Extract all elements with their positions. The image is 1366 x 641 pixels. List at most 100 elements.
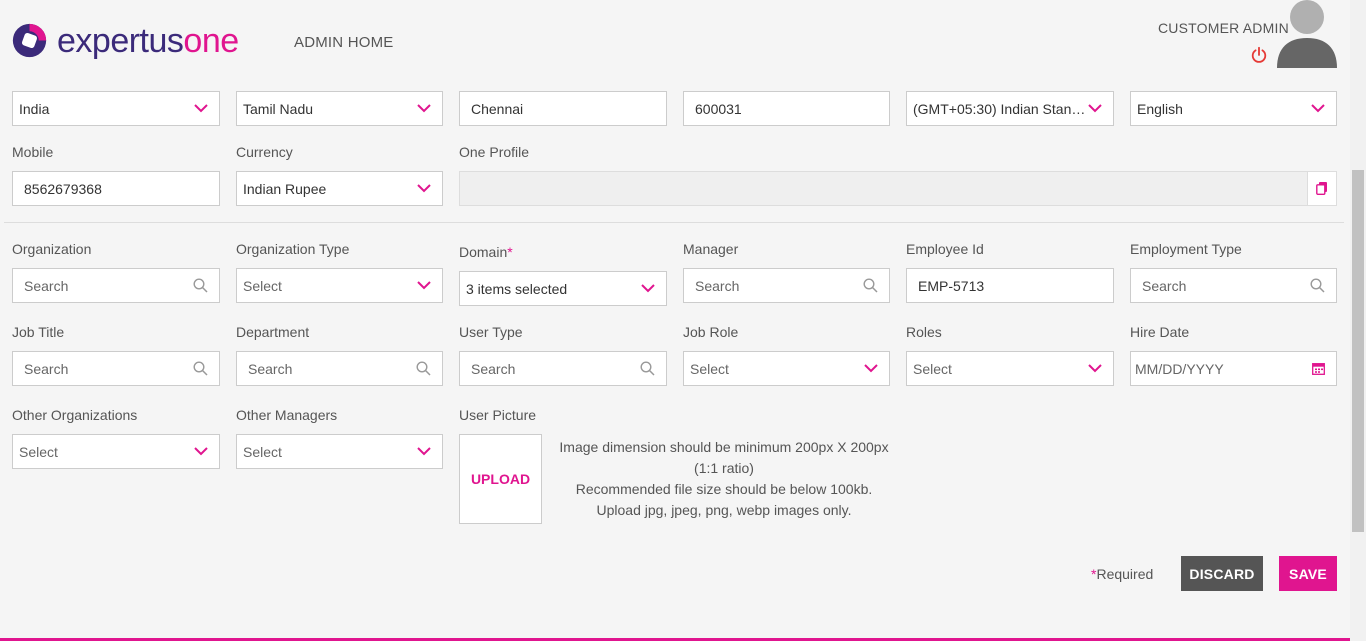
employment-type-search-input[interactable]: Search	[1130, 268, 1337, 303]
manager-label: Manager	[683, 241, 739, 257]
upload-info-size: Recommended file size should be below 10…	[575, 481, 873, 497]
chevron-down-icon	[864, 364, 878, 373]
domain-label-text: Domain	[459, 244, 508, 260]
search-icon	[863, 278, 878, 293]
other-organizations-value: Select	[19, 443, 58, 460]
search-icon	[640, 361, 655, 376]
chevron-down-icon	[1088, 364, 1102, 373]
job-role-select[interactable]: Select	[683, 351, 890, 386]
manager-placeholder: Search	[695, 277, 740, 294]
employee-id-input[interactable]: EMP-5713	[906, 268, 1114, 303]
required-note: *Required	[1091, 566, 1153, 582]
user-type-placeholder: Search	[471, 360, 516, 377]
scrollbar-thumb[interactable]	[1352, 170, 1364, 532]
one-profile-field	[459, 171, 1337, 206]
organization-label: Organization	[12, 241, 92, 257]
brand-name-suffix: one	[183, 21, 239, 60]
language-value: English	[1137, 100, 1183, 117]
city-value: Chennai	[471, 100, 524, 117]
organization-type-label: Organization Type	[236, 241, 350, 257]
currency-label: Currency	[236, 144, 293, 160]
app-header: expertusone ADMIN HOME CUSTOMER ADMIN	[0, 0, 1350, 84]
chevron-down-icon	[194, 447, 208, 456]
user-type-label: User Type	[459, 324, 523, 340]
search-icon	[1310, 278, 1325, 293]
currency-value: Indian Rupee	[243, 180, 327, 197]
job-role-label: Job Role	[683, 324, 739, 340]
upload-info-formats: Upload jpg, jpeg, png, webp images only.	[596, 502, 852, 518]
timezone-select[interactable]: (GMT+05:30) Indian Standa...	[906, 91, 1114, 126]
hire-date-label: Hire Date	[1130, 324, 1190, 340]
job-title-placeholder: Search	[24, 360, 69, 377]
job-title-label: Job Title	[12, 324, 65, 340]
admin-home-link[interactable]: ADMIN HOME	[294, 34, 394, 51]
language-select[interactable]: English	[1130, 91, 1337, 126]
zip-value: 600031	[695, 100, 742, 117]
chevron-down-icon	[417, 447, 431, 456]
organization-type-value: Select	[243, 277, 282, 294]
required-note-text: Required	[1096, 566, 1154, 582]
state-select[interactable]: Tamil Nadu	[236, 91, 443, 126]
mobile-input[interactable]: 8562679368	[12, 171, 220, 206]
state-value: Tamil Nadu	[243, 100, 314, 117]
other-organizations-label: Other Organizations	[12, 407, 138, 423]
chevron-down-icon	[641, 284, 655, 293]
organization-type-select[interactable]: Select	[236, 268, 443, 303]
discard-button[interactable]: DISCARD	[1181, 556, 1263, 591]
department-placeholder: Search	[248, 360, 293, 377]
chevron-down-icon	[417, 281, 431, 290]
mobile-label: Mobile	[12, 144, 54, 160]
currency-select[interactable]: Indian Rupee	[236, 171, 443, 206]
section-divider	[4, 222, 1344, 223]
job-role-value: Select	[690, 360, 729, 377]
user-avatar-icon[interactable]	[1276, 0, 1338, 68]
page-scrollbar[interactable]	[1350, 0, 1366, 641]
domain-multiselect[interactable]: 3 items selected	[459, 271, 667, 306]
other-organizations-select[interactable]: Select	[12, 434, 220, 469]
user-picture-label: User Picture	[459, 407, 537, 423]
country-select[interactable]: India	[12, 91, 220, 126]
power-icon[interactable]	[1250, 46, 1268, 64]
one-profile-label: One Profile	[459, 144, 530, 160]
manager-search-input[interactable]: Search	[683, 268, 890, 303]
save-button[interactable]: SAVE	[1279, 556, 1337, 591]
chevron-down-icon	[417, 184, 431, 193]
department-search-input[interactable]: Search	[236, 351, 443, 386]
required-marker: *	[507, 244, 513, 260]
hire-date-input[interactable]: MM/DD/YYYY	[1130, 351, 1337, 386]
copy-icon[interactable]	[1307, 172, 1336, 205]
roles-label: Roles	[906, 324, 942, 340]
other-managers-value: Select	[243, 443, 282, 460]
domain-label: Domain*	[459, 244, 513, 260]
employee-id-value: EMP-5713	[918, 277, 985, 294]
chevron-down-icon	[194, 104, 208, 113]
user-type-search-input[interactable]: Search	[459, 351, 667, 386]
search-icon	[193, 278, 208, 293]
other-managers-select[interactable]: Select	[236, 434, 443, 469]
zip-input[interactable]: 600031	[683, 91, 890, 126]
logo-mark-icon	[12, 23, 47, 58]
brand-logo[interactable]: expertusone	[11, 22, 239, 59]
job-title-search-input[interactable]: Search	[12, 351, 220, 386]
upload-picture-button[interactable]: UPLOAD	[459, 434, 542, 524]
search-icon	[416, 361, 431, 376]
chevron-down-icon	[1088, 104, 1102, 113]
roles-value: Select	[913, 360, 952, 377]
chevron-down-icon	[1311, 104, 1325, 113]
city-input[interactable]: Chennai	[459, 91, 667, 126]
roles-select[interactable]: Select	[906, 351, 1114, 386]
employment-type-placeholder: Search	[1142, 277, 1187, 294]
chevron-down-icon	[417, 104, 431, 113]
employee-id-label: Employee Id	[906, 241, 984, 257]
country-value: India	[19, 100, 50, 117]
calendar-icon[interactable]	[1312, 362, 1325, 375]
user-role-label: CUSTOMER ADMIN	[1158, 20, 1289, 36]
other-managers-label: Other Managers	[236, 407, 338, 423]
department-label: Department	[236, 324, 310, 340]
brand-name: expertusone	[57, 24, 239, 58]
brand-name-prefix: expertus	[57, 21, 184, 60]
upload-info-dimension: Image dimension should be minimum 200px …	[559, 439, 889, 476]
organization-search-input[interactable]: Search	[12, 268, 220, 303]
organization-placeholder: Search	[24, 277, 69, 294]
timezone-value: (GMT+05:30) Indian Standa...	[913, 100, 1088, 117]
